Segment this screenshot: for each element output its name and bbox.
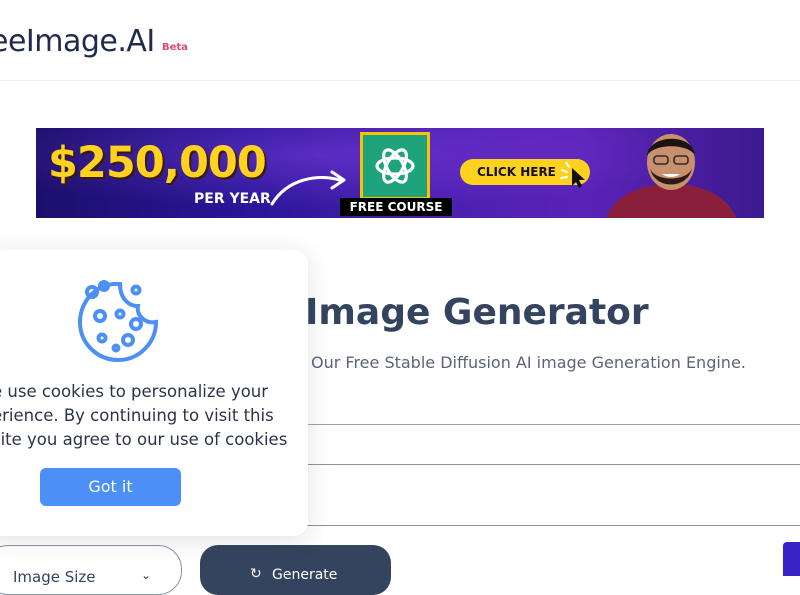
page-title: Image Generator: [305, 292, 649, 333]
cursor-icon: [560, 162, 585, 188]
refresh-icon: ↻: [250, 566, 262, 582]
banner-ad[interactable]: $250,000 PER YEAR FREE COURSE CLICK HERE: [36, 128, 764, 218]
cookie-message-line: site you agree to our use of cookies: [0, 430, 288, 449]
site-header: eeImage.AI Beta: [0, 0, 800, 81]
curved-arrow-icon: [270, 170, 346, 206]
corner-widget-tab[interactable]: [783, 542, 800, 576]
generate-button[interactable]: ↻ Generate: [200, 545, 391, 595]
cookie-consent-banner: e use cookies to personalize your erienc…: [0, 250, 308, 536]
beta-badge: Beta: [162, 42, 188, 53]
cookie-icon: [77, 280, 159, 363]
cookie-message: e use cookies to personalize your erienc…: [0, 380, 292, 452]
chevron-down-icon: ⌄: [141, 568, 152, 582]
page-subtitle: Our Free Stable Diffusion AI image Gener…: [311, 353, 746, 372]
image-size-label: Image Size: [13, 568, 96, 586]
prompt-input[interactable]: [270, 464, 800, 526]
cookie-message-line: erience. By continuing to visit this: [0, 406, 274, 425]
banner-free-course: FREE COURSE: [340, 198, 452, 216]
divider: [300, 424, 800, 425]
got-it-button[interactable]: Got it: [40, 468, 181, 506]
presenter-photo: [606, 134, 736, 218]
site-logo[interactable]: eeImage.AI: [0, 24, 155, 59]
openai-logo-icon: [360, 132, 430, 200]
banner-per-year: PER YEAR: [194, 191, 271, 207]
generate-label: Generate: [272, 567, 338, 583]
image-size-select[interactable]: Image Size ⌄: [0, 545, 182, 595]
banner-amount: $250,000: [48, 138, 267, 188]
cookie-message-line: e use cookies to personalize your: [0, 382, 269, 401]
